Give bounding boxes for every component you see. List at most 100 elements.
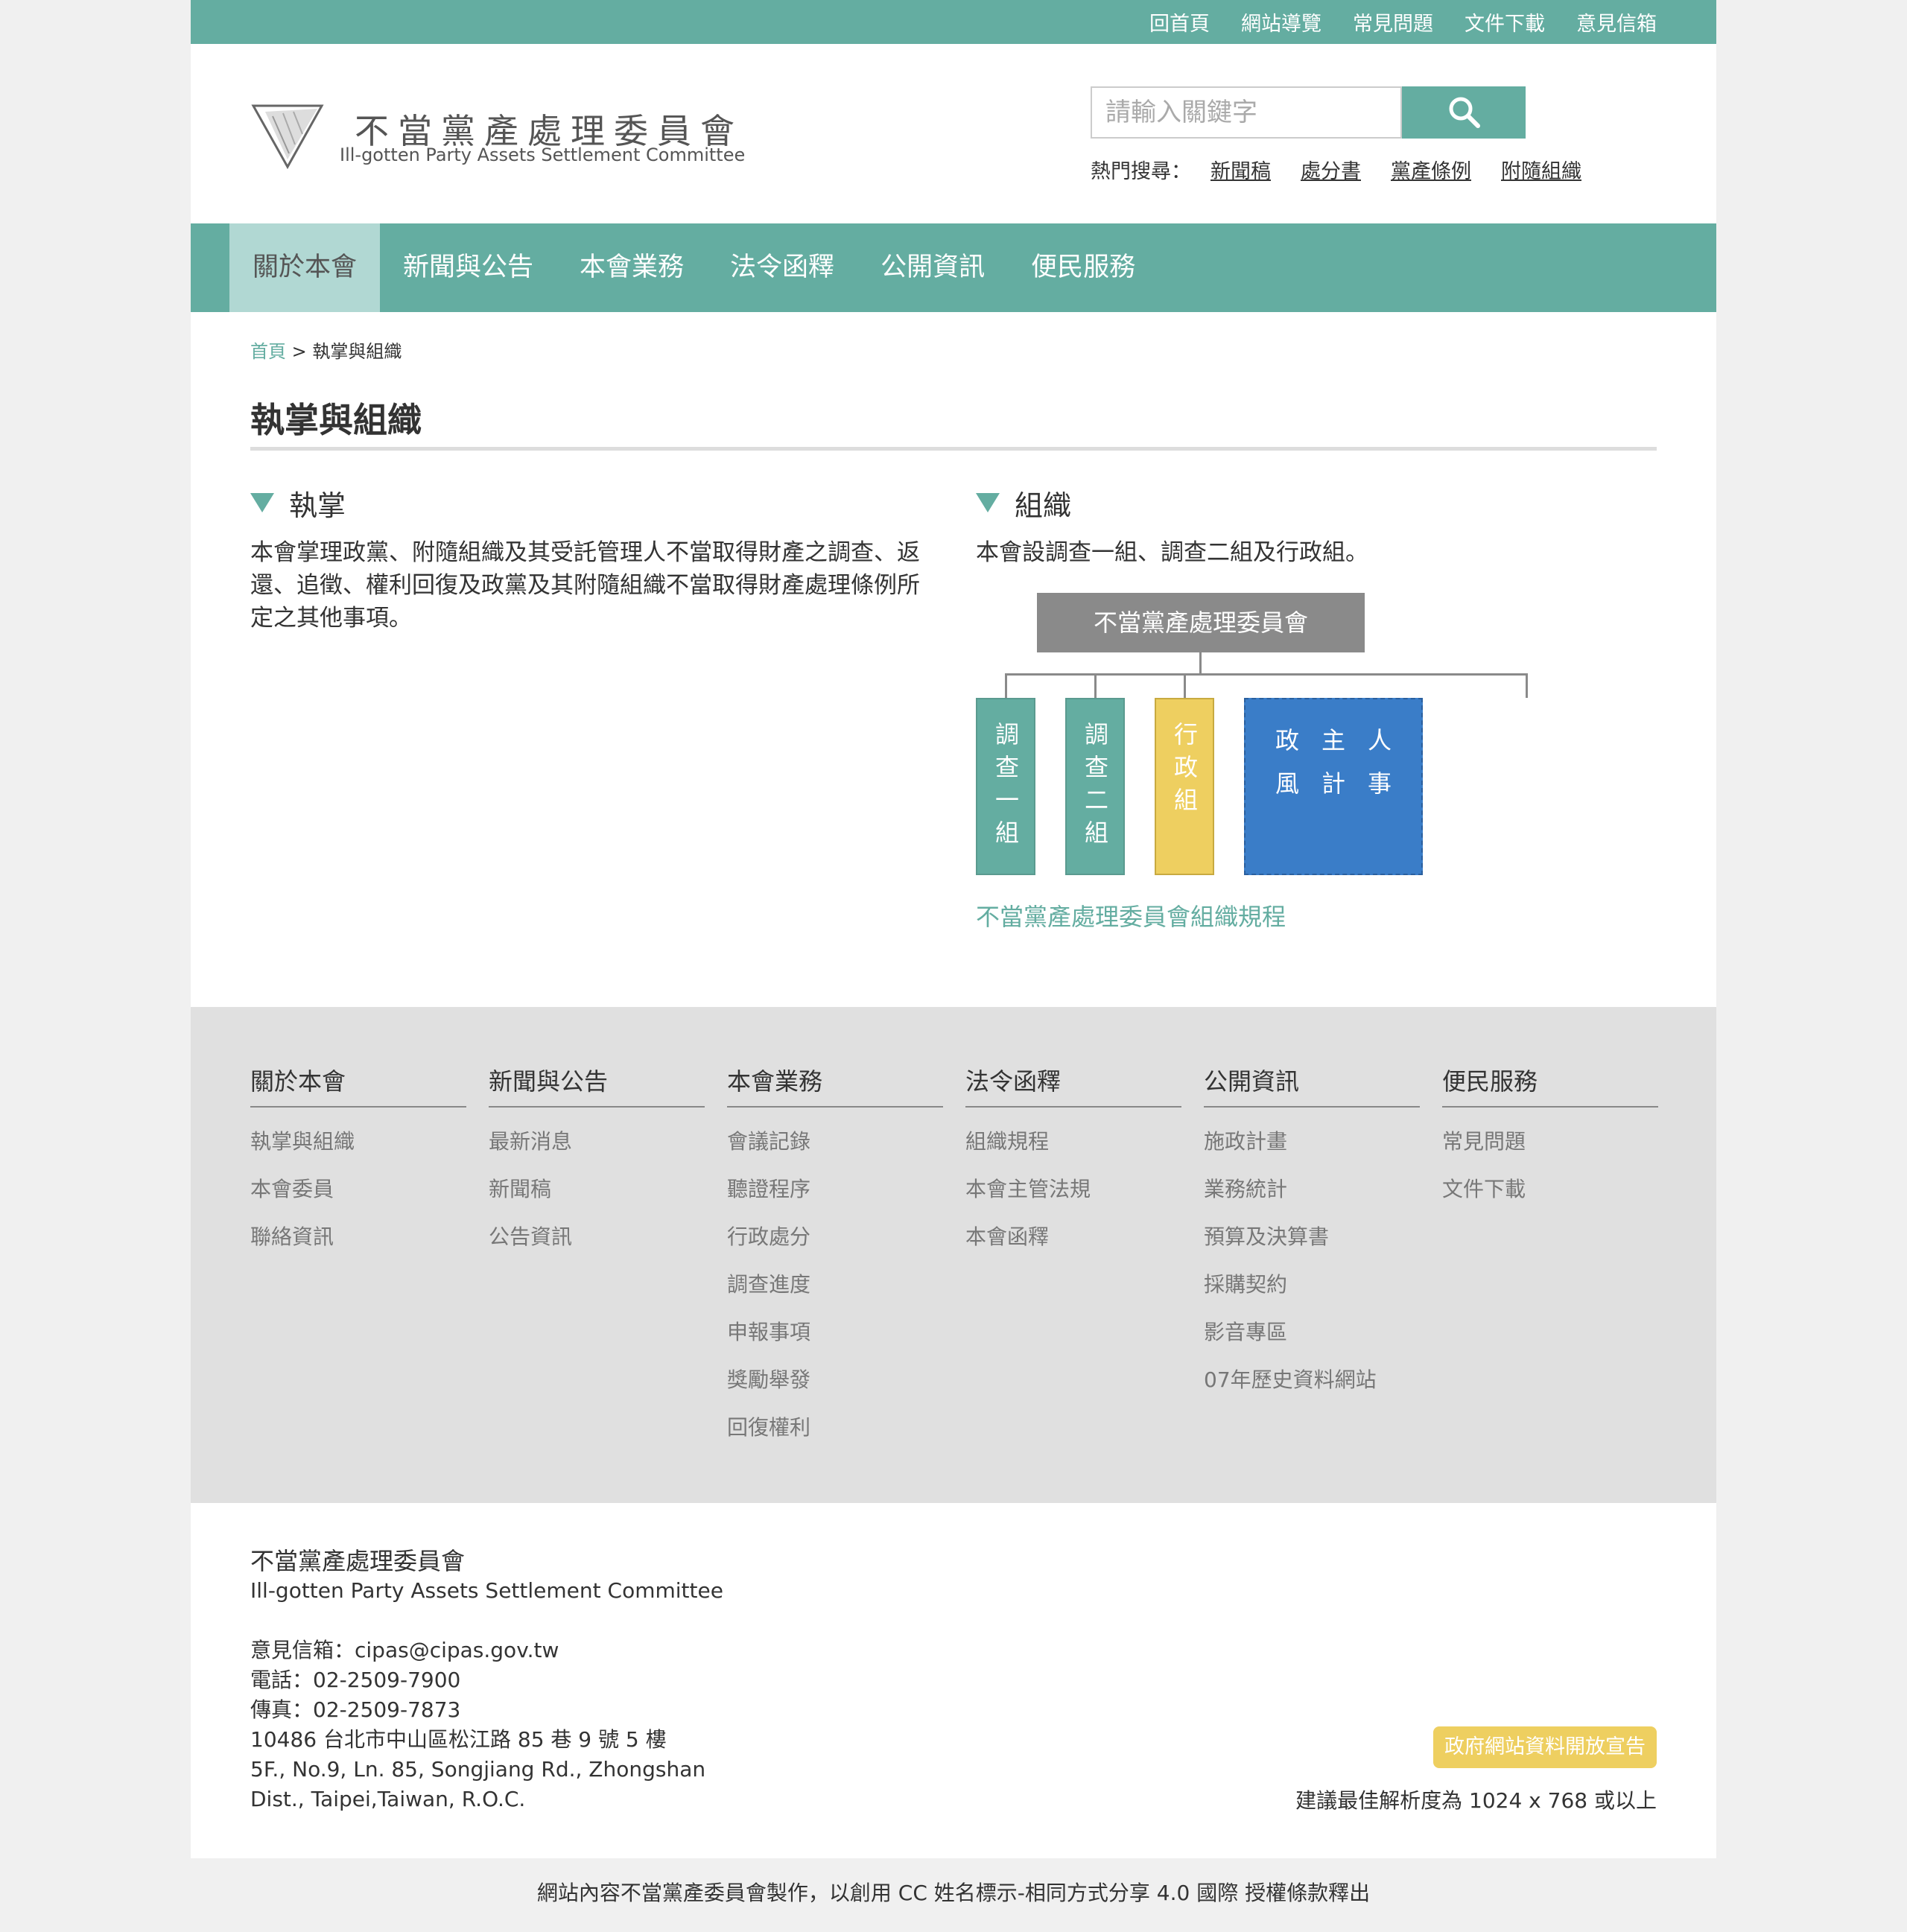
org-unit-label: 調查一組 [991, 722, 1020, 853]
duty-heading-text: 執掌 [289, 489, 346, 522]
footer-link[interactable]: 回復權利 [727, 1404, 943, 1452]
footer-link[interactable]: 申報事項 [727, 1309, 943, 1356]
footer-column-business: 本會業務 會議記錄 聽證程序 行政處分 調查進度 申報事項 獎勵舉發 回復權利 [727, 1063, 943, 1452]
footer-link[interactable]: 07年歷史資料網站 [1204, 1356, 1420, 1404]
footer-link[interactable]: 行政處分 [727, 1213, 943, 1261]
footer-phone: 電話：02-2509-7900 [250, 1668, 461, 1692]
footer-email[interactable]: 意見信箱：cipas@cipas.gov.tw [250, 1636, 723, 1665]
org-unit-char: 主 [1321, 726, 1346, 754]
org-unit-char: 人 [1368, 726, 1392, 754]
search-input[interactable] [1091, 86, 1402, 139]
footer-column-title: 關於本會 [250, 1063, 466, 1108]
footer-link[interactable]: 聽證程序 [727, 1166, 943, 1213]
triangle-bullet-icon [976, 493, 1000, 512]
footer-address-en: Dist., Taipei,Taiwan, R.O.C. [250, 1787, 526, 1811]
org-chart-unit-administration: 行政組 [1155, 698, 1214, 875]
footer-link[interactable]: 最新消息 [489, 1118, 705, 1166]
main-nav: 關於本會 新聞與公告 本會業務 法令函釋 公開資訊 便民服務 [191, 223, 1716, 312]
hot-search-link[interactable]: 新聞稿 [1210, 155, 1271, 184]
footer-spacer [250, 1606, 723, 1636]
footer-org-name-en: Ill-gotten Party Assets Settlement Commi… [250, 1578, 723, 1603]
duty-text: 本會掌理政黨、附隨組織及其受託管理人不當取得財產之調查、返還、追徵、權利回復及政… [250, 539, 920, 632]
footer-link[interactable]: 預算及決算書 [1204, 1213, 1420, 1261]
hot-search-link[interactable]: 附隨組織 [1501, 155, 1581, 184]
footer-column-title: 本會業務 [727, 1063, 943, 1108]
org-unit-char: 計 [1321, 769, 1346, 798]
footer-link[interactable]: 常見問題 [1442, 1118, 1658, 1166]
footer-link[interactable]: 業務統計 [1204, 1166, 1420, 1213]
footer-fax: 傳真：02-2509-7873 [250, 1697, 461, 1722]
hot-search: 熱門搜尋： 新聞稿 處分書 黨產條例 附隨組織 [1091, 155, 1611, 184]
footer-link[interactable]: 採購契約 [1204, 1261, 1420, 1309]
site-logo[interactable]: 不當黨產處理委員會 Ill-gotten Party Assets Settle… [250, 97, 787, 171]
hot-search-link[interactable]: 黨產條例 [1391, 155, 1471, 184]
footer-column-title: 公開資訊 [1204, 1063, 1420, 1108]
page-container: 回首頁 網站導覽 常見問題 文件下載 意見信箱 不當黨產處理委員會 Ill-go… [191, 0, 1716, 1858]
nav-item-business[interactable]: 本會業務 [556, 223, 707, 312]
footer-link[interactable]: 調查進度 [727, 1261, 943, 1309]
org-chart-unit-investigation-2: 調查二組 [1065, 698, 1125, 875]
org-unit-char: 政 [1275, 726, 1300, 754]
footer-link[interactable]: 獎勵舉發 [727, 1356, 943, 1404]
footer-column-title: 便民服務 [1442, 1063, 1658, 1108]
title-divider [250, 447, 1657, 451]
breadcrumb-current: 執掌與組織 [312, 341, 402, 362]
org-unit-label: 行政組 [1170, 722, 1199, 820]
duty-heading: 執掌 [250, 483, 346, 524]
organization-regulations-link[interactable]: 不當黨產處理委員會組織規程 [976, 898, 1286, 932]
footer-column-title: 新聞與公告 [489, 1063, 705, 1108]
org-unit-char: 事 [1368, 769, 1392, 798]
triangle-bullet-icon [250, 493, 274, 512]
nav-item-regulations[interactable]: 法令函釋 [707, 223, 857, 312]
org-chart-connector [1005, 673, 1007, 698]
footer-link[interactable]: 會議記錄 [727, 1118, 943, 1166]
org-chart-top-box: 不當黨產處理委員會 [1037, 593, 1365, 652]
footer-link[interactable]: 公告資訊 [489, 1213, 705, 1261]
license-notice: 網站內容不當黨產委員會製作，以創用 CC 姓名標示-相同方式分享 4.0 國際 … [536, 1881, 1371, 1905]
breadcrumb-home[interactable]: 首頁 [250, 341, 286, 362]
footer-link[interactable]: 新聞稿 [489, 1166, 705, 1213]
top-link-faq[interactable]: 常見問題 [1353, 7, 1433, 36]
triangle-logo-icon [251, 104, 324, 170]
org-chart-connector [1184, 673, 1186, 698]
org-chart-connector [1199, 652, 1202, 675]
footer-link[interactable]: 本會委員 [250, 1166, 466, 1213]
footer-column-services: 便民服務 常見問題 文件下載 [1442, 1063, 1658, 1213]
top-link-feedback[interactable]: 意見信箱 [1576, 7, 1657, 36]
top-link-sitemap[interactable]: 網站導覽 [1241, 7, 1321, 36]
footer-contact-info: 不當黨產處理委員會 Ill-gotten Party Assets Settle… [250, 1546, 723, 1814]
top-utility-bar: 回首頁 網站導覽 常見問題 文件下載 意見信箱 [191, 0, 1716, 44]
logo-title-en: Ill-gotten Party Assets Settlement Commi… [340, 144, 746, 165]
footer-column-regulations: 法令函釋 組織規程 本會主管法規 本會函釋 [965, 1063, 1181, 1261]
nav-item-public-info[interactable]: 公開資訊 [857, 223, 1008, 312]
footer-link[interactable]: 影音專區 [1204, 1309, 1420, 1356]
footer-link[interactable]: 執掌與組織 [250, 1118, 466, 1166]
nav-item-about[interactable]: 關於本會 [229, 223, 381, 312]
footer-link[interactable]: 組織規程 [965, 1118, 1181, 1166]
footer-link[interactable]: 文件下載 [1442, 1166, 1658, 1213]
hot-search-label: 熱門搜尋： [1091, 160, 1191, 183]
footer-link[interactable]: 聯絡資訊 [250, 1213, 466, 1261]
org-chart-blue-labels: 政 主 人 風 計 事 [1275, 722, 1414, 799]
org-chart-connector [1005, 673, 1528, 676]
top-link-downloads[interactable]: 文件下載 [1465, 7, 1545, 36]
organization-heading: 組織 [976, 483, 1071, 524]
search-button[interactable] [1402, 86, 1526, 139]
open-data-declaration-button[interactable]: 政府網站資料開放宣告 [1433, 1726, 1657, 1768]
org-chart-connector [1094, 673, 1097, 698]
footer-org-name-zh: 不當黨產處理委員會 [250, 1547, 466, 1575]
footer-link[interactable]: 施政計畫 [1204, 1118, 1420, 1166]
org-unit-char: 風 [1275, 769, 1300, 798]
org-chart-connector [1526, 673, 1528, 698]
hot-search-link[interactable]: 處分書 [1301, 155, 1361, 184]
footer-column-public-info: 公開資訊 施政計畫 業務統計 預算及決算書 採購契約 影音專區 07年歷史資料網… [1204, 1063, 1420, 1404]
footer-link[interactable]: 本會主管法規 [965, 1166, 1181, 1213]
resolution-note: 建議最佳解析度為 1024 x 768 或以上 [1295, 1788, 1657, 1813]
org-chart-unit-investigation-1: 調查一組 [976, 698, 1035, 875]
footer-address-zh: 10486 台北市中山區松江路 85 巷 9 號 5 樓 [250, 1727, 667, 1752]
top-link-home[interactable]: 回首頁 [1149, 7, 1210, 36]
nav-item-services[interactable]: 便民服務 [1008, 223, 1158, 312]
footer-link[interactable]: 本會函釋 [965, 1213, 1181, 1261]
organization-text: 本會設調查一組、調查二組及行政組。 [976, 539, 1368, 566]
nav-item-news[interactable]: 新聞與公告 [380, 223, 556, 312]
